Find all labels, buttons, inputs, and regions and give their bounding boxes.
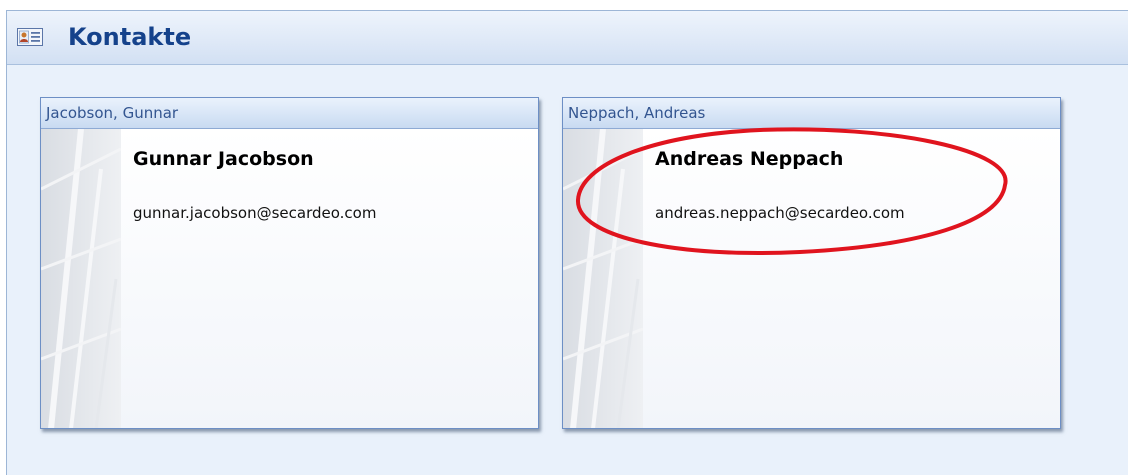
- page-title: Kontakte: [68, 23, 192, 51]
- contact-card[interactable]: Jacobson, Gunnar Gunnar Jacobson gunnar.…: [40, 97, 539, 429]
- contact-file-as: Neppach, Andreas: [568, 104, 706, 122]
- contact-card-header[interactable]: Jacobson, Gunnar: [41, 98, 538, 129]
- contact-email: andreas.neppach@secardeo.com: [655, 204, 905, 222]
- contact-email: gunnar.jacobson@secardeo.com: [133, 204, 377, 222]
- contact-card-icon: [17, 28, 43, 46]
- contacts-window: Kontakte Jacobson, Gunnar Gunnar Jacobso…: [6, 10, 1128, 475]
- contact-file-as: Jacobson, Gunnar: [46, 104, 179, 122]
- contact-full-name: Gunnar Jacobson: [133, 148, 314, 170]
- contact-card[interactable]: Neppach, Andreas Andreas Neppach andreas…: [562, 97, 1061, 429]
- card-decoration-stripe: [41, 129, 121, 428]
- card-decoration-stripe: [563, 129, 643, 428]
- header-bar: Kontakte: [7, 11, 1128, 65]
- contact-card-body: [121, 129, 538, 428]
- contact-card-body: [643, 129, 1060, 428]
- contact-full-name: Andreas Neppach: [655, 148, 844, 170]
- contact-card-header[interactable]: Neppach, Andreas: [563, 98, 1060, 129]
